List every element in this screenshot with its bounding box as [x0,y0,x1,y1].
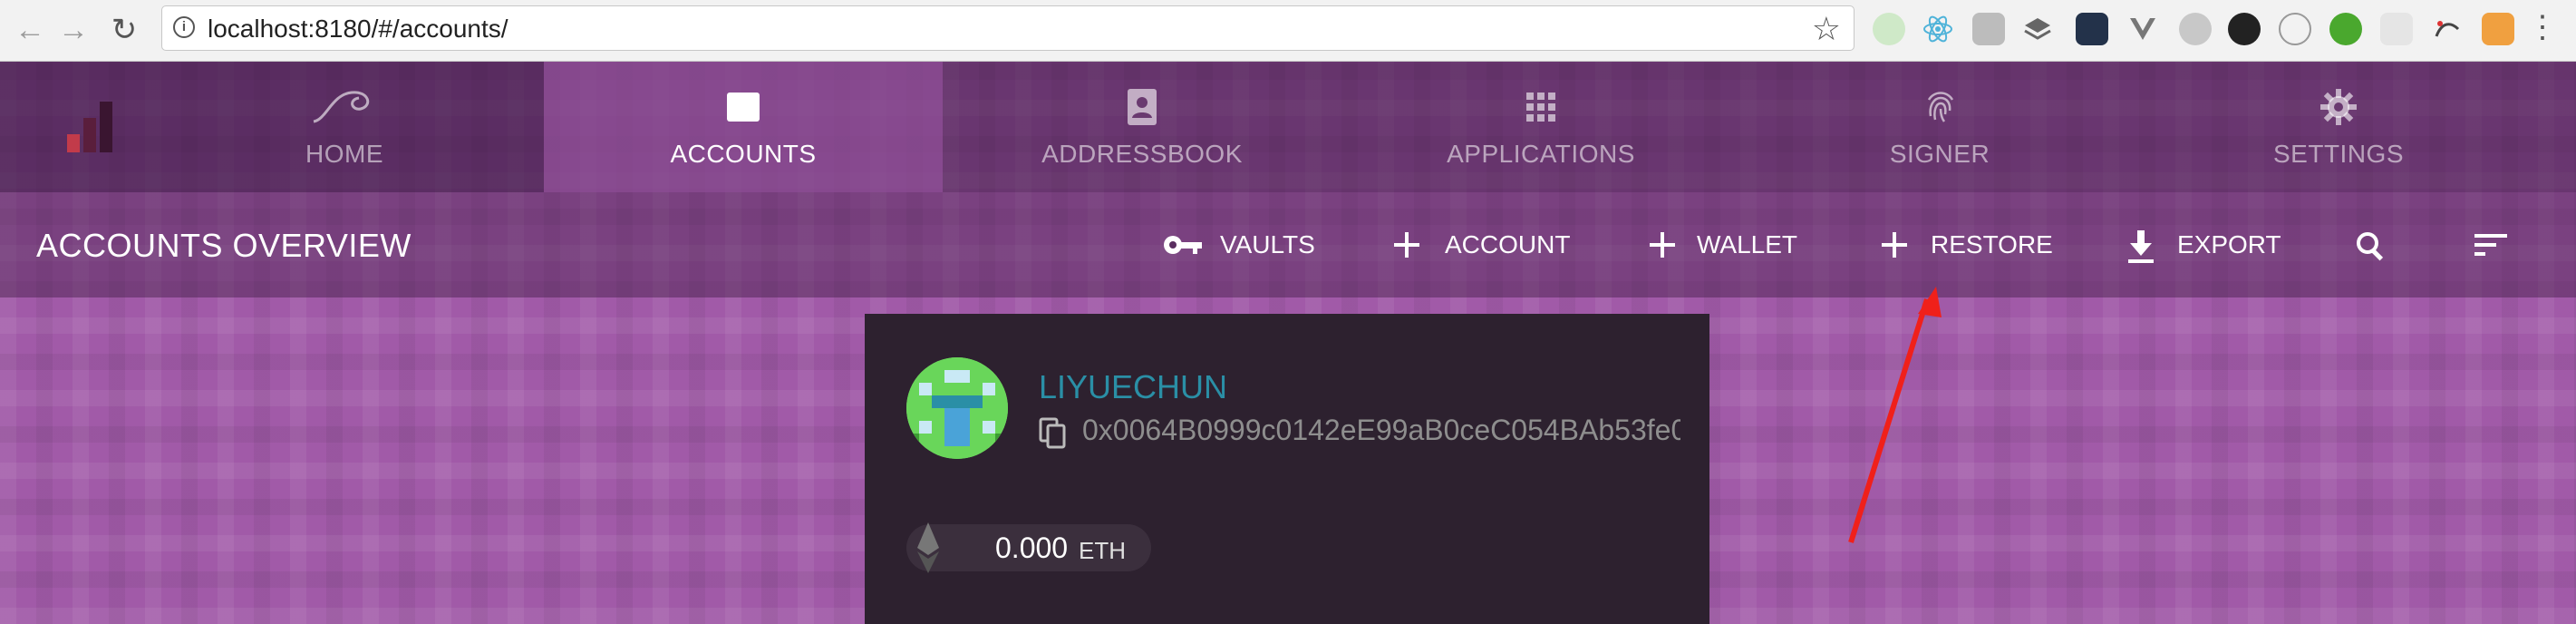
browser-menu-icon[interactable]: ⋮ [2527,11,2558,44]
app-background: HOME ACCOUNTS ADDRESSBOOK APPLICATIONS S… [0,62,2576,624]
url-text: localhost:8180/#/accounts/ [208,15,508,44]
react-extension-icon[interactable] [1922,13,1954,45]
browser-toolbar: ← → ↻ i localhost:8180/#/accounts/ ☆ ⋮ [0,0,2576,62]
extension-icon[interactable] [2431,13,2464,45]
vue-extension-icon[interactable] [2126,13,2159,45]
extension-icon[interactable] [1972,13,2005,45]
extension-icon[interactable] [1873,13,1905,45]
react-dark-extension-icon[interactable] [2076,13,2108,45]
reload-icon[interactable]: ↻ [107,13,141,47]
extension-icon[interactable] [2279,13,2311,45]
metamask-extension-icon[interactable] [2482,13,2514,45]
wechat-extension-icon[interactable] [2329,13,2362,45]
extension-icon[interactable] [2380,13,2413,45]
url-path: :8180/#/accounts/ [307,15,508,43]
layers-extension-icon[interactable] [2021,13,2054,45]
forward-icon[interactable]: → [56,13,91,47]
address-bar[interactable]: i localhost:8180/#/accounts/ ☆ [161,5,1855,51]
bookmark-star-icon[interactable]: ☆ [1812,10,1841,48]
back-icon[interactable]: ← [13,13,47,47]
info-icon[interactable]: i [173,16,195,38]
annotation-arrow [1848,287,1942,543]
panda-extension-icon[interactable] [2228,13,2261,45]
extension-icon[interactable] [2179,13,2212,45]
url-host: localhost [208,15,308,43]
